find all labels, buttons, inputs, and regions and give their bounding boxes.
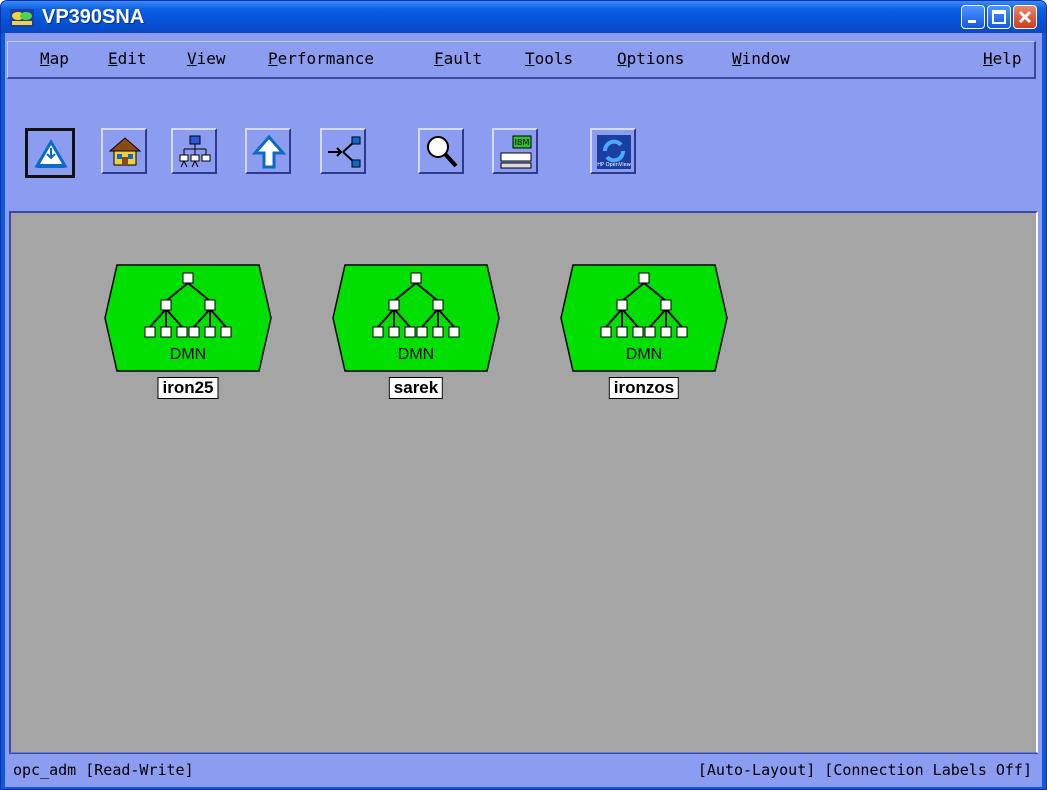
menu-performance[interactable]: Performance — [268, 49, 374, 69]
hierarchy-icon — [179, 135, 211, 168]
up-level-button[interactable] — [245, 128, 291, 174]
map-symbol-iron25[interactable]: DMN iron25 — [103, 263, 273, 413]
title-bar[interactable]: VP390SNA — [1, 1, 1046, 33]
toolbar: IBM HP OpenView — [7, 81, 1036, 211]
menu-view[interactable]: View — [187, 49, 226, 69]
svg-text:IBM: IBM — [515, 138, 530, 147]
menu-tools[interactable]: Tools — [525, 49, 573, 69]
menu-bar: Map Edit View Performance Fault Tools Op… — [7, 41, 1036, 79]
device-panel-button[interactable]: IBM — [492, 128, 538, 174]
node-type-label: DMN — [397, 346, 435, 363]
magnifier-icon — [427, 136, 458, 168]
hp-openview-icon: HP OpenView — [597, 135, 631, 169]
connections-icon — [328, 136, 361, 168]
menu-fault[interactable]: Fault — [434, 49, 482, 69]
status-layout-flags: [Auto-Layout] [Connection Labels Off] — [697, 761, 1032, 779]
search-button[interactable] — [418, 128, 464, 174]
home-icon — [108, 137, 142, 166]
open-map-icon — [34, 139, 68, 168]
close-icon — [1018, 10, 1032, 24]
menu-help[interactable]: Help — [983, 49, 1022, 69]
map-canvas[interactable]: DMN iron25 DMN sarek DMN ironzos — [9, 211, 1038, 753]
map-symbol-ironzos[interactable]: DMN ironzos — [559, 263, 729, 413]
node-label[interactable]: iron25 — [157, 377, 219, 399]
menu-map[interactable]: Map — [40, 49, 69, 69]
node-label[interactable]: sarek — [388, 377, 444, 399]
device-panel-icon: IBM — [500, 135, 532, 169]
maximize-icon — [992, 10, 1006, 24]
minimize-button[interactable] — [961, 5, 985, 29]
node-type-label: DMN — [625, 346, 663, 363]
status-bar: opc_adm [Read-Write] [Auto-Layout] [Conn… — [9, 753, 1038, 785]
map-symbol-sarek[interactable]: DMN sarek — [331, 263, 501, 413]
hierarchy-button[interactable] — [171, 128, 217, 174]
menu-window[interactable]: Window — [732, 49, 790, 69]
application-window: VP390SNA Map Edit View Performance Fault… — [0, 0, 1047, 790]
connections-button[interactable] — [320, 128, 366, 174]
close-button[interactable] — [1013, 5, 1037, 29]
ip-logo-icon[interactable] — [10, 9, 34, 27]
status-user-mode: opc_adm [Read-Write] — [13, 761, 194, 779]
minimize-icon — [968, 20, 976, 23]
node-type-label: DMN — [169, 346, 207, 363]
menu-options[interactable]: Options — [617, 49, 684, 69]
node-label[interactable]: ironzos — [608, 377, 680, 399]
up-arrow-icon — [251, 134, 287, 169]
maximize-button[interactable] — [987, 5, 1011, 29]
menu-edit[interactable]: Edit — [108, 49, 147, 69]
window-title: VP390SNA — [42, 6, 145, 28]
open-map-button[interactable] — [25, 128, 75, 178]
hp-openview-button[interactable]: HP OpenView — [590, 128, 636, 174]
svg-text:HP OpenView: HP OpenView — [597, 162, 631, 168]
home-button[interactable] — [101, 128, 147, 174]
